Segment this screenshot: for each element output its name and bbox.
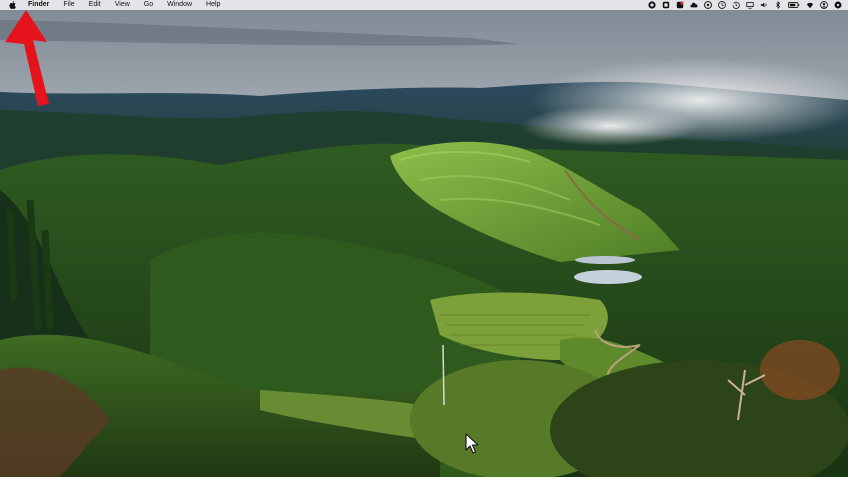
clock-icon[interactable] [718,1,726,9]
apple-logo-glyph [9,1,16,9]
wallpaper-landscape [0,0,848,482]
menu-app-finder[interactable]: Finder [28,0,49,10]
screenshot-icon[interactable] [662,1,670,9]
menu-window[interactable]: Window [167,0,192,10]
creative-cloud-icon[interactable] [690,1,698,9]
time-machine-icon[interactable] [732,1,740,9]
menu-go[interactable]: Go [144,0,153,10]
red-arrow-annotation [5,10,49,106]
notification-app-icon[interactable] [676,1,684,9]
status-bar [642,0,842,10]
media-icon[interactable] [704,1,712,9]
menu-edit[interactable]: Edit [89,0,101,10]
desktop-wallpaper [0,0,848,482]
menu-bar: Finder File Edit View Go Window Help [0,0,848,10]
display-icon[interactable] [746,1,754,9]
menu-help[interactable]: Help [206,0,220,10]
apple-logo-icon[interactable] [9,0,17,10]
wifi-icon[interactable] [806,1,814,9]
record-icon[interactable] [648,1,656,9]
battery-icon[interactable] [788,1,800,9]
control-center-icon[interactable] [834,1,842,9]
menu-file[interactable]: File [63,0,74,10]
user-icon[interactable] [820,1,828,9]
mouse-cursor-icon [465,433,479,454]
bluetooth-icon[interactable] [774,1,782,9]
menu-bar-left: Finder File Edit View Go Window Help [0,0,220,10]
volume-icon[interactable] [760,1,768,9]
menu-view[interactable]: View [115,0,130,10]
